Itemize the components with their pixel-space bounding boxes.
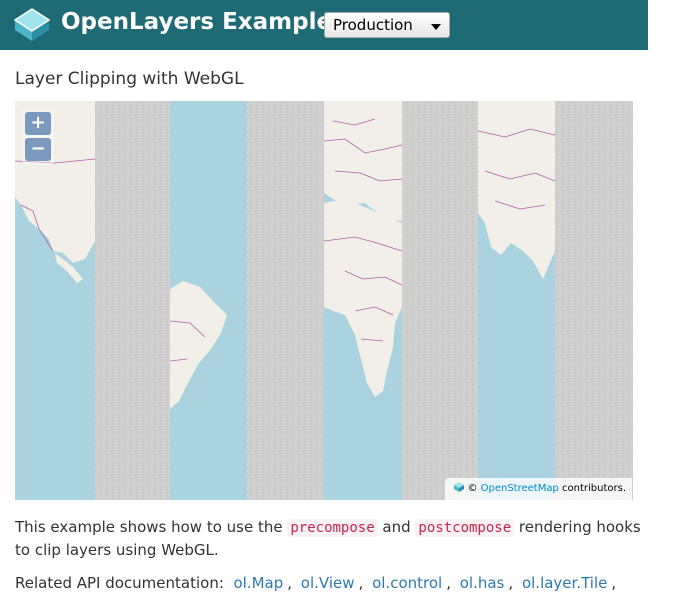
description-text: and — [377, 518, 416, 536]
page-title: Layer Clipping with WebGL — [15, 69, 244, 89]
zoom-control: + − — [22, 109, 54, 165]
brand-title[interactable]: OpenLayers Examples — [61, 9, 346, 35]
attribution-prefix: © — [467, 483, 481, 494]
api-link-ol-has[interactable]: ol.has — [460, 574, 505, 592]
api-link-ol-map[interactable]: ol.Map — [233, 574, 283, 592]
header-bar: OpenLayers Examples Production — [0, 0, 648, 50]
clip-stripe — [95, 101, 170, 500]
chevron-down-icon — [431, 24, 441, 30]
map-viewport[interactable] — [15, 101, 633, 500]
api-link-ol-layer-tile[interactable]: ol.layer.Tile — [522, 574, 607, 592]
description-text: This example shows how to use the — [15, 518, 288, 536]
clip-stripe — [247, 101, 324, 500]
related-label: Related API documentation: — [15, 574, 224, 592]
zoom-out-button[interactable]: − — [25, 138, 51, 161]
clip-stripe — [555, 101, 633, 500]
api-link-ol-view[interactable]: ol.View — [301, 574, 355, 592]
postcompose-code: postcompose — [415, 519, 515, 537]
related-api-docs: Related API documentation: ol.Map, ol.Vi… — [15, 574, 617, 592]
map-canvas — [15, 101, 633, 500]
zoom-in-button[interactable]: + — [25, 112, 51, 135]
attribution-suffix: contributors. — [558, 483, 626, 494]
precompose-code: precompose — [287, 519, 378, 537]
clip-stripe — [402, 101, 478, 500]
openstreetmap-link[interactable]: OpenStreetMap — [481, 483, 559, 494]
api-link-ol-control[interactable]: ol.control — [372, 574, 442, 592]
mode-select[interactable]: Production — [324, 12, 450, 38]
map-attribution: © OpenStreetMap contributors. — [445, 478, 632, 500]
mode-select-value: Production — [333, 16, 413, 34]
example-description: This example shows how to use the precom… — [15, 516, 655, 561]
openlayers-logo-icon[interactable] — [453, 481, 465, 493]
openlayers-logo-icon[interactable] — [12, 6, 52, 46]
